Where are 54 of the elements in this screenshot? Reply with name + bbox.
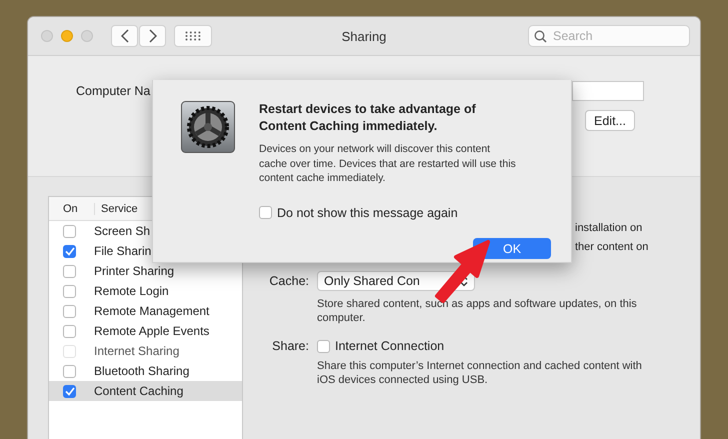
- minimize-button[interactable]: [61, 30, 73, 42]
- close-button[interactable]: [41, 30, 53, 42]
- service-row[interactable]: Remote Login: [49, 281, 242, 301]
- service-name: File Sharin: [94, 244, 152, 258]
- checkbox[interactable]: [63, 364, 76, 378]
- show-all-button[interactable]: [174, 25, 212, 47]
- checkbox[interactable]: [63, 304, 76, 318]
- description-text: Share this computer’s Internet connection and cached content with iOS devices connected using USB.: [317, 359, 643, 387]
- edit-button[interactable]: Edit...: [585, 110, 635, 131]
- checkbox[interactable]: [63, 224, 76, 238]
- service-name: Bluetooth Sharing: [94, 364, 190, 378]
- share-label: Share:: [271, 339, 309, 353]
- service-name: Remote Management: [94, 304, 210, 318]
- service-row[interactable]: Bluetooth Sharing: [49, 361, 242, 381]
- service-name: Remote Login: [94, 284, 169, 298]
- column-header: On: [49, 202, 95, 214]
- service-row[interactable]: Content Caching: [49, 381, 242, 401]
- computer-name-field[interactable]: [572, 81, 644, 101]
- service-row[interactable]: File Sharin: [49, 241, 242, 261]
- forward-button[interactable]: [139, 25, 166, 47]
- description-text: ther content on: [575, 240, 650, 255]
- service-row[interactable]: Remote Management: [49, 301, 242, 321]
- checkbox[interactable]: [63, 264, 76, 278]
- service-name: Content Caching: [94, 384, 184, 398]
- checkbox[interactable]: [63, 384, 76, 398]
- column-header: Service: [100, 202, 138, 214]
- chevron-right-icon: [148, 29, 156, 43]
- service-row[interactable]: Remote Apple Events: [49, 321, 242, 341]
- search-icon: [534, 30, 547, 43]
- window-title: Sharing: [340, 28, 388, 44]
- checkbox[interactable]: [63, 324, 76, 338]
- dialog-title: Restart devices to take advantage of Content Caching immediately.: [259, 101, 477, 135]
- search-field[interactable]: Search: [528, 25, 690, 47]
- checkbox-label: Do not show this message again: [277, 206, 458, 220]
- checkbox[interactable]: [317, 340, 330, 352]
- checkbox[interactable]: [63, 244, 76, 258]
- description-text: installation on: [575, 221, 644, 236]
- zoom-button[interactable]: [81, 30, 93, 42]
- checkbox[interactable]: [63, 284, 76, 298]
- checkbox[interactable]: [259, 206, 272, 220]
- gear-icon: [181, 101, 235, 153]
- service-row[interactable]: Screen Sh: [49, 221, 242, 241]
- chevron-left-icon: [120, 29, 128, 43]
- service-name: Remote Apple Events: [94, 324, 210, 338]
- dialog-message: Devices on your network will discover this content cache over time. Devices that are restarted will use this content cache immediately.: [259, 142, 517, 186]
- service-name: Screen Sh: [94, 224, 150, 238]
- checkbox-label: Internet Connection: [335, 339, 444, 353]
- grid-icon: [185, 31, 201, 41]
- service-name: Internet Sharing: [94, 344, 180, 358]
- service-row[interactable]: Printer Sharing: [49, 261, 242, 281]
- service-name: Printer Sharing: [94, 264, 174, 278]
- computer-name-label: Computer Na: [76, 84, 152, 98]
- back-button[interactable]: [111, 25, 138, 47]
- cache-label: Cache:: [268, 274, 309, 288]
